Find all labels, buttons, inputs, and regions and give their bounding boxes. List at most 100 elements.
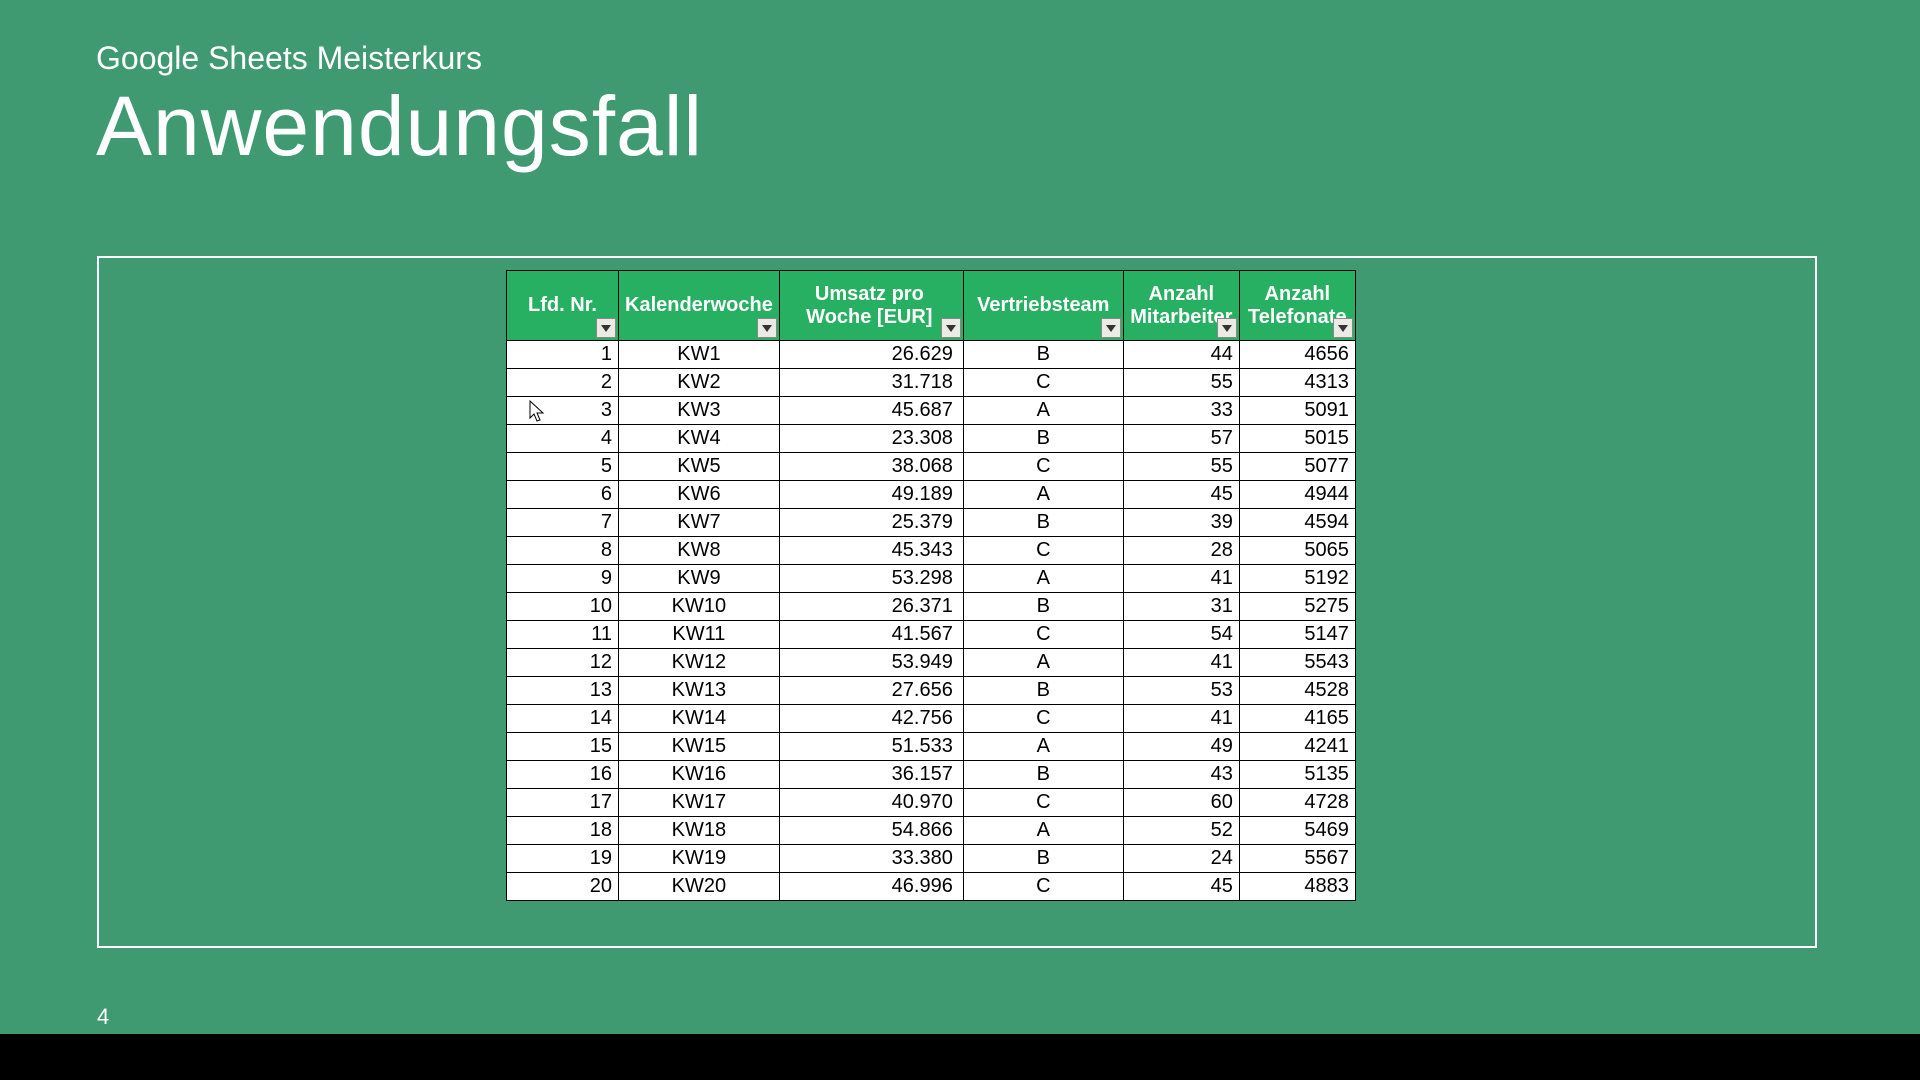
cell-team: C [963,369,1123,397]
table-row: 16KW1636.157B435135 [507,761,1356,789]
filter-icon[interactable] [941,318,961,338]
cell-telefonate: 5192 [1239,565,1355,593]
cell-umsatz: 33.380 [779,845,963,873]
cell-telefonate: 4594 [1239,509,1355,537]
cell-mitarbeiter: 52 [1123,817,1239,845]
filter-icon[interactable] [1101,318,1121,338]
table-row: 12KW1253.949A415543 [507,649,1356,677]
cell-team: A [963,481,1123,509]
cell-nr: 20 [507,873,619,901]
cell-umsatz: 38.068 [779,453,963,481]
cell-nr: 11 [507,621,619,649]
table-row: 9KW953.298A415192 [507,565,1356,593]
cell-umsatz: 27.656 [779,677,963,705]
cell-kw: KW11 [619,621,780,649]
cell-team: A [963,649,1123,677]
col-label: Kalenderwoche [625,294,773,316]
cell-nr: 18 [507,817,619,845]
cell-umsatz: 49.189 [779,481,963,509]
cell-telefonate: 5135 [1239,761,1355,789]
cell-mitarbeiter: 60 [1123,789,1239,817]
cell-telefonate: 4728 [1239,789,1355,817]
cell-team: C [963,453,1123,481]
cell-mitarbeiter: 24 [1123,845,1239,873]
cell-nr: 3 [507,397,619,425]
cell-nr: 8 [507,537,619,565]
cell-kw: KW16 [619,761,780,789]
cell-team: B [963,677,1123,705]
cell-mitarbeiter: 41 [1123,565,1239,593]
cell-nr: 6 [507,481,619,509]
col-label: Anzahl Telefonate [1248,283,1347,328]
table-row: 11KW1141.567C545147 [507,621,1356,649]
cell-kw: KW13 [619,677,780,705]
cell-telefonate: 5469 [1239,817,1355,845]
page-number: 4 [97,1004,109,1030]
cell-mitarbeiter: 54 [1123,621,1239,649]
cell-nr: 2 [507,369,619,397]
cell-nr: 17 [507,789,619,817]
table-row: 2KW231.718C554313 [507,369,1356,397]
cell-kw: KW2 [619,369,780,397]
col-vertriebsteam: Vertriebsteam [963,271,1123,341]
cell-telefonate: 4528 [1239,677,1355,705]
cell-umsatz: 45.343 [779,537,963,565]
cell-umsatz: 26.371 [779,593,963,621]
cell-telefonate: 5543 [1239,649,1355,677]
table-row: 19KW1933.380B245567 [507,845,1356,873]
cell-kw: KW9 [619,565,780,593]
table-row: 13KW1327.656B534528 [507,677,1356,705]
cell-telefonate: 5077 [1239,453,1355,481]
slide: Google Sheets Meisterkurs Anwendungsfall… [0,0,1920,1034]
cell-nr: 13 [507,677,619,705]
table-header-row: Lfd. Nr. Kalenderwoche Umsatz pro Woche … [507,271,1356,341]
cell-umsatz: 53.949 [779,649,963,677]
cell-team: B [963,425,1123,453]
table-row: 8KW845.343C285065 [507,537,1356,565]
cell-team: C [963,537,1123,565]
table-row: 4KW423.308B575015 [507,425,1356,453]
cell-nr: 7 [507,509,619,537]
cell-telefonate: 4165 [1239,705,1355,733]
cell-umsatz: 41.567 [779,621,963,649]
cell-telefonate: 4944 [1239,481,1355,509]
cell-umsatz: 46.996 [779,873,963,901]
cell-nr: 19 [507,845,619,873]
filter-icon[interactable] [1333,318,1353,338]
cell-kw: KW1 [619,341,780,369]
cell-mitarbeiter: 43 [1123,761,1239,789]
cell-mitarbeiter: 39 [1123,509,1239,537]
filter-icon[interactable] [596,318,616,338]
filter-icon[interactable] [757,318,777,338]
data-table: Lfd. Nr. Kalenderwoche Umsatz pro Woche … [506,270,1356,901]
table-row: 3KW345.687A335091 [507,397,1356,425]
table-row: 10KW1026.371B315275 [507,593,1356,621]
filter-icon[interactable] [1217,318,1237,338]
cell-team: A [963,817,1123,845]
col-lfd-nr: Lfd. Nr. [507,271,619,341]
table-row: 14KW1442.756C414165 [507,705,1356,733]
col-label: Umsatz pro Woche [EUR] [806,283,932,328]
cell-mitarbeiter: 55 [1123,453,1239,481]
cell-team: C [963,621,1123,649]
cell-kw: KW7 [619,509,780,537]
cell-team: A [963,397,1123,425]
cell-telefonate: 4883 [1239,873,1355,901]
cell-nr: 4 [507,425,619,453]
cell-kw: KW17 [619,789,780,817]
cell-team: B [963,509,1123,537]
cell-team: A [963,565,1123,593]
cell-team: B [963,341,1123,369]
cell-umsatz: 23.308 [779,425,963,453]
table-row: 18KW1854.866A525469 [507,817,1356,845]
cell-kw: KW3 [619,397,780,425]
col-mitarbeiter: Anzahl Mitarbeiter [1123,271,1239,341]
cell-mitarbeiter: 41 [1123,649,1239,677]
cell-team: A [963,733,1123,761]
cell-umsatz: 36.157 [779,761,963,789]
cell-nr: 16 [507,761,619,789]
cell-mitarbeiter: 28 [1123,537,1239,565]
cell-team: B [963,593,1123,621]
cell-telefonate: 5065 [1239,537,1355,565]
cell-kw: KW8 [619,537,780,565]
